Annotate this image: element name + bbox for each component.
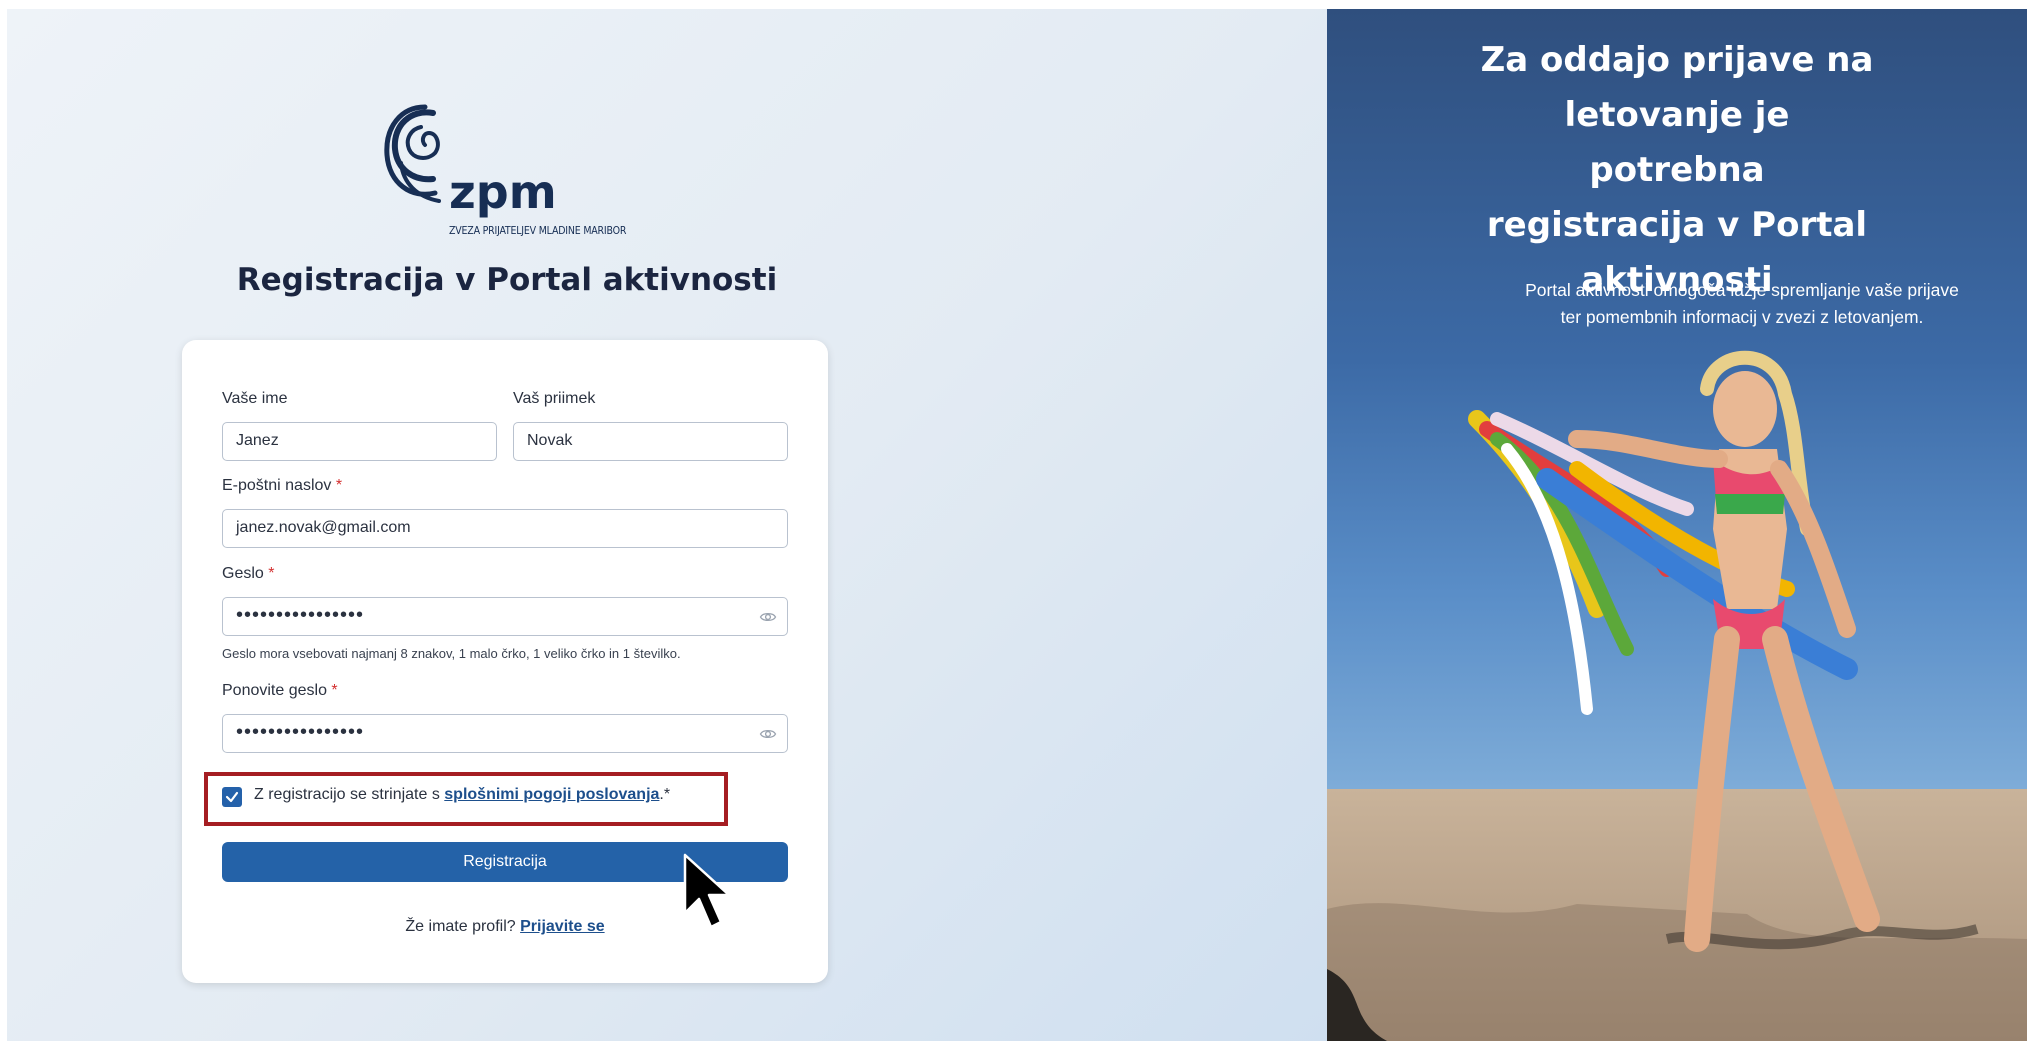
hero-title: Za oddajo prijave na letovanje je potreb… xyxy=(1480,40,1874,300)
password-repeat-value: •••••••••••••••• xyxy=(236,721,365,743)
password-required-mark: * xyxy=(268,565,275,582)
email-label-text: E-poštni naslov xyxy=(222,477,332,494)
consent-checkbox[interactable] xyxy=(222,787,242,807)
password-repeat-label: Ponovite geslo * xyxy=(222,682,338,700)
eye-icon[interactable] xyxy=(759,725,777,743)
page-frame: zpm ZVEZA PRIJATELJEV MLADINE MARIBOR Re… xyxy=(7,9,2027,1041)
password-label: Geslo * xyxy=(222,565,274,583)
login-link[interactable]: Prijavite se xyxy=(520,918,605,935)
hero-panel: Za oddajo prijave na letovanje je potreb… xyxy=(1327,9,2027,1041)
consent-text-before: Z registracijo se strinjate s xyxy=(254,786,445,803)
password-value: •••••••••••••••• xyxy=(236,604,365,626)
password-repeat-label-text: Ponovite geslo xyxy=(222,682,327,699)
logo-brand-text: zpm xyxy=(449,165,557,219)
login-prompt-text: Že imate profil? xyxy=(405,918,516,935)
last-name-label: Vaš priimek xyxy=(513,390,596,407)
password-repeat-required-mark: * xyxy=(331,682,338,699)
password-repeat-input[interactable]: •••••••••••••••• xyxy=(222,714,788,753)
zpm-logo: zpm ZVEZA PRIJATELJEV MLADINE MARIBOR xyxy=(381,103,651,243)
password-label-text: Geslo xyxy=(222,565,264,582)
password-hint: Geslo mora vsebovati najmanj 8 znakov, 1… xyxy=(222,646,681,661)
email-input[interactable]: janez.novak@gmail.com xyxy=(222,509,788,548)
logo-subtitle: ZVEZA PRIJATELJEV MLADINE MARIBOR xyxy=(449,225,627,237)
last-name-input[interactable]: Novak xyxy=(513,422,788,461)
consent-text-after: .* xyxy=(659,786,671,803)
registration-panel: zpm ZVEZA PRIJATELJEV MLADINE MARIBOR Re… xyxy=(7,9,1327,1041)
checkmark-icon xyxy=(225,791,239,803)
first-name-input[interactable]: Janez xyxy=(222,422,497,461)
password-input[interactable]: •••••••••••••••• xyxy=(222,597,788,636)
cursor-arrow-icon xyxy=(683,853,731,929)
hero-description: Portal aktivnosti omogoča lažje spremlja… xyxy=(1525,280,1959,327)
consent-text: Z registracijo se strinjate s splošnimi … xyxy=(254,786,670,804)
terms-link[interactable]: splošnimi pogoji poslovanja xyxy=(444,786,659,803)
email-label: E-poštni naslov * xyxy=(222,477,342,495)
first-name-label: Vaše ime xyxy=(222,390,288,407)
email-required-mark: * xyxy=(335,477,343,494)
eye-icon[interactable] xyxy=(759,608,777,626)
page-title: Registracija v Portal aktivnosti xyxy=(236,262,778,298)
